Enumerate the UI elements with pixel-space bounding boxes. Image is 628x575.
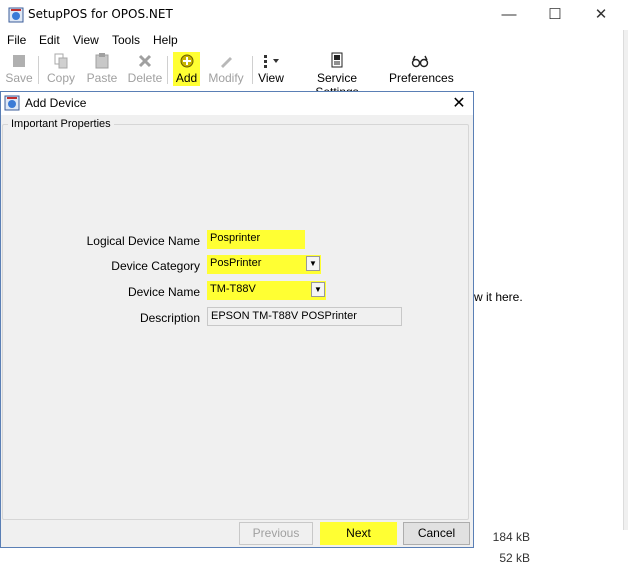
setuppos-app-icon [4, 95, 20, 111]
logical-device-name-input[interactable]: Posprinter [207, 230, 305, 249]
group-label: Important Properties [8, 118, 114, 130]
preferences-label: Preferences [389, 71, 454, 85]
pencil-icon [221, 57, 232, 68]
menu-file[interactable]: File [7, 33, 26, 47]
service-settings-button[interactable]: Service Settings [296, 52, 378, 99]
save-label: Save [5, 71, 33, 85]
save-icon [13, 55, 25, 67]
dialog-title: Add Device [25, 96, 87, 110]
paste-button[interactable]: Paste [84, 52, 120, 86]
previous-button[interactable]: Previous [239, 522, 313, 545]
next-button[interactable]: Next [320, 522, 397, 545]
chevron-down-icon[interactable]: ▼ [311, 282, 325, 297]
add-button[interactable]: Add [173, 52, 200, 86]
description-field: EPSON TM-T88V POSPrinter [207, 307, 402, 326]
chevron-down-icon[interactable]: ▼ [306, 256, 320, 271]
copy-button[interactable]: Copy [45, 52, 77, 86]
modify-button[interactable]: Modify [206, 52, 246, 86]
setuppos-app-icon [8, 7, 24, 23]
window-title: SetupPOS for OPOS.NET [28, 7, 173, 21]
view-label: View [258, 71, 284, 85]
view-list-icon [264, 55, 279, 68]
file-size: 52 kB [499, 551, 530, 565]
preferences-button[interactable]: Preferences [389, 52, 454, 86]
dialog-close-button[interactable]: ✕ [446, 92, 472, 115]
menu-edit[interactable]: Edit [39, 33, 60, 47]
copy-label: Copy [46, 71, 75, 85]
minimize-button[interactable]: — [486, 0, 532, 30]
close-window-button[interactable]: ✕ [578, 0, 624, 30]
description-label: Description [139, 311, 200, 325]
copy-icon [54, 53, 68, 69]
device-name-label: Device Name [127, 285, 200, 299]
toolbar-divider [167, 56, 168, 84]
delete-icon [138, 54, 152, 68]
toolbar-divider [252, 56, 253, 84]
background-hint-text: w it here. [474, 290, 523, 304]
toolbar-divider [38, 56, 39, 84]
device-category-value: PosPrinter [210, 257, 262, 269]
maximize-button[interactable]: ☐ [532, 0, 578, 30]
device-category-label: Device Category [111, 259, 200, 273]
add-device-icon [180, 54, 193, 68]
modify-label: Modify [208, 71, 244, 85]
delete-button[interactable]: Delete [127, 52, 163, 86]
file-size: 184 kB [492, 530, 530, 544]
save-button[interactable]: Save [4, 52, 34, 86]
cancel-button[interactable]: Cancel [403, 522, 470, 545]
window-scrollbar[interactable] [623, 30, 628, 530]
paste-icon [95, 53, 109, 69]
menu-help[interactable]: Help [153, 33, 178, 47]
device-name-select[interactable]: TM-T88V ▼ [207, 281, 326, 300]
document-settings-icon [331, 52, 343, 68]
device-category-select[interactable]: PosPrinter ▼ [207, 255, 321, 274]
view-button[interactable]: View [257, 52, 285, 86]
logical-device-name-label: Logical Device Name [86, 234, 200, 248]
delete-label: Delete [127, 71, 163, 85]
menu-view[interactable]: View [73, 33, 99, 47]
paste-label: Paste [86, 71, 118, 85]
menu-tools[interactable]: Tools [112, 33, 140, 47]
device-name-value: TM-T88V [210, 283, 256, 295]
glasses-icon [411, 55, 429, 68]
add-label: Add [175, 71, 198, 85]
